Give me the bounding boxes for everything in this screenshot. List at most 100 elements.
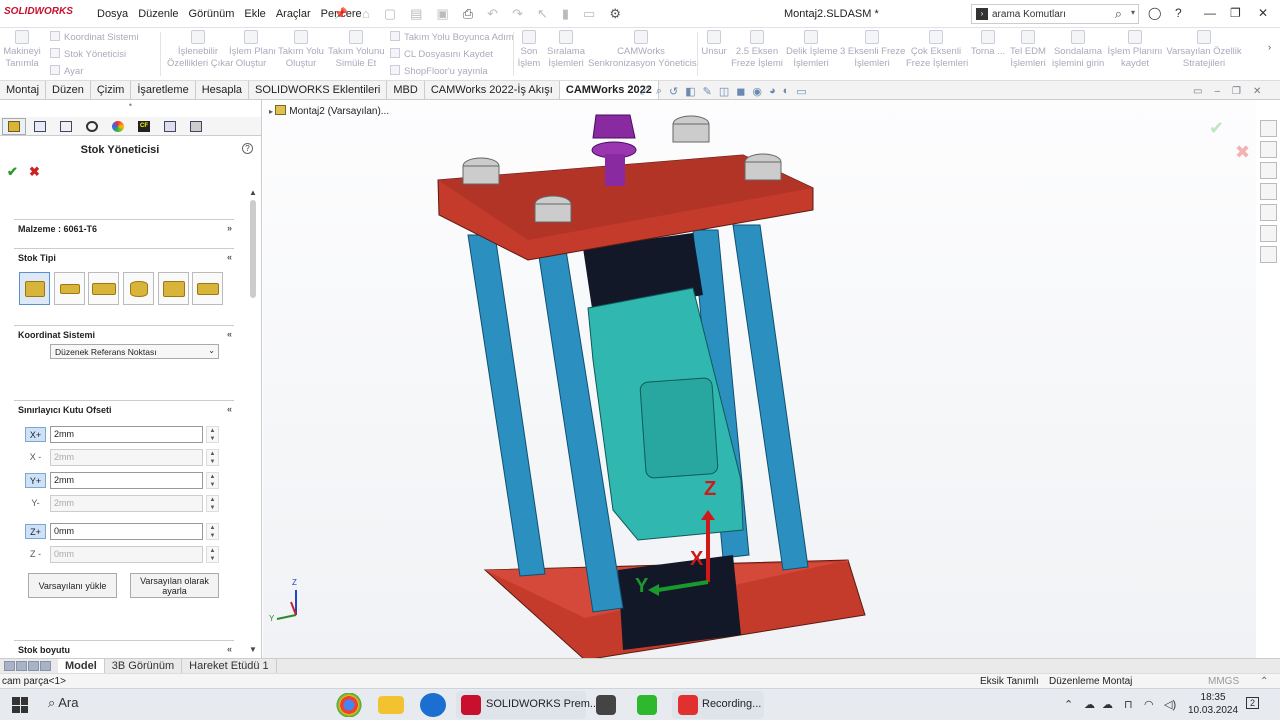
sort-operations-button[interactable]: Sıralama İşlemleri	[546, 30, 586, 70]
menu-file[interactable]: Dosya	[97, 8, 128, 20]
feature-tree-tab[interactable]	[2, 118, 26, 135]
next-tab-icon[interactable]	[28, 661, 39, 671]
panel-grip[interactable]: •	[0, 100, 261, 117]
home-icon[interactable]	[1260, 120, 1277, 137]
z-plus-field[interactable]: 0mm	[50, 523, 203, 540]
menu-edit[interactable]: Düzenle	[138, 8, 178, 20]
options-gear-icon[interactable]: ⚙	[609, 6, 621, 22]
generate-plan-button[interactable]: İşlem Planı Oluştur	[229, 30, 276, 70]
undo-icon[interactable]: ↶	[487, 6, 498, 22]
ribbon-scroll-icon[interactable]: ›	[1268, 42, 1271, 53]
menu-view[interactable]: Görünüm	[189, 8, 235, 20]
resources-icon[interactable]	[1260, 141, 1277, 158]
save-cl-button[interactable]: CL Dosyasını Kaydet	[390, 48, 493, 60]
tab-layout[interactable]: Düzen	[46, 81, 91, 99]
close-icon[interactable]: ✕	[1253, 86, 1261, 97]
section-view-icon[interactable]: ◧	[685, 85, 695, 98]
base-block[interactable]	[618, 555, 741, 650]
coord-system-select[interactable]: Düzenek Referans Noktası ⌄	[50, 344, 219, 359]
multiaxis-button[interactable]: Çok Eksenli Freze İşlemleri	[906, 30, 968, 70]
solidworks-forum-icon[interactable]	[1260, 246, 1277, 263]
pin-icon[interactable]: 📌	[334, 7, 348, 20]
tab-addins[interactable]: SOLIDWORKS Eklentileri	[249, 81, 388, 99]
teamviewer-icon[interactable]	[420, 693, 446, 717]
display-tab[interactable]	[106, 118, 130, 135]
restore-icon[interactable]: ❐	[1232, 86, 1241, 97]
confirm-corner-ok-icon[interactable]: ✔	[1209, 118, 1224, 139]
chevron-down-icon[interactable]: ▾	[1131, 8, 1135, 17]
x-minus-spinner[interactable]: ▲ ▼	[206, 449, 219, 466]
stock-type-section[interactable]: Stok Tipi «	[14, 248, 234, 263]
panel-scrollbar[interactable]: ▲ ▼	[247, 188, 260, 654]
clamp-screw[interactable]	[592, 114, 636, 139]
onedrive-icon[interactable]: ☁	[1102, 698, 1113, 711]
ok-button[interactable]: ✔	[7, 164, 18, 180]
custom-properties-icon[interactable]	[1260, 225, 1277, 242]
chevron-up-icon[interactable]: «	[227, 404, 232, 414]
set-default-button[interactable]: Varsayılan olarak ayarla	[130, 573, 219, 598]
stock-type-stl[interactable]	[192, 272, 223, 305]
stock-manager-button[interactable]: Stok Yöneticisi	[50, 48, 126, 60]
x-plus-spinner[interactable]: ▲ ▼	[206, 426, 219, 443]
mill-25-button[interactable]: 2.5 Eksen Freze İşlemi	[731, 30, 783, 70]
setup-button[interactable]: Ayar	[50, 65, 83, 77]
mill-3axis-button[interactable]: 3 Eksenli Freze İşlemleri	[840, 30, 905, 70]
cam-tool-tab[interactable]	[184, 118, 208, 135]
probing-button[interactable]: Sondalama işlemini girin	[1052, 30, 1104, 70]
status-up-icon[interactable]: ⌃	[1260, 676, 1268, 687]
turning-button[interactable]: Torna ...	[970, 30, 1006, 58]
file-explorer-icon[interactable]	[378, 696, 404, 714]
chevron-up-icon[interactable]: «	[227, 252, 232, 262]
select-icon[interactable]: ↖	[537, 6, 548, 22]
wire-edm-button[interactable]: Tel EDM İşlemleri	[1008, 30, 1048, 70]
help-icon[interactable]: ?	[1175, 6, 1182, 20]
stock-type-part[interactable]	[158, 272, 189, 305]
save-icon[interactable]: ▣	[436, 6, 448, 22]
taskbar-search[interactable]: ⌕ Ara	[48, 695, 78, 711]
post-process-button[interactable]: Son İşlem	[516, 30, 542, 70]
volume-icon[interactable]: ◁)	[1164, 698, 1176, 711]
y-plus-toggle[interactable]: Y+	[25, 473, 46, 488]
command-search[interactable]: › arama Komutları ⌕ ▾	[971, 4, 1139, 24]
x-minus-field[interactable]: 2mm	[50, 449, 203, 466]
chrome-icon[interactable]	[336, 693, 362, 717]
define-machine-button[interactable]: Makineyi Tanımla	[2, 30, 42, 70]
prev-tab-icon[interactable]	[16, 661, 27, 671]
cloud-icon[interactable]: ☁	[1084, 698, 1095, 711]
tab-camworks-workflow[interactable]: CAMWorks 2022-İş Akışı	[424, 81, 560, 99]
z-minus-spinner[interactable]: ▲ ▼	[206, 546, 219, 563]
tab-motion-study[interactable]: Hareket Etüdü 1	[182, 659, 277, 673]
edit-appearance-icon[interactable]: ◕	[769, 85, 776, 98]
material-section[interactable]: Malzeme : 6061-T6 »	[14, 219, 234, 234]
stock-type-plate[interactable]	[54, 272, 85, 305]
view-settings-icon[interactable]: ▭	[796, 85, 806, 98]
z-plus-spinner[interactable]: ▲ ▼	[206, 523, 219, 540]
step-toolpath-button[interactable]: Takım Yolu Boyunca Adım	[390, 31, 514, 43]
sync-manager-button[interactable]: CAMWorks Senkronizasyon Yöneticisi	[588, 30, 699, 70]
feature-button[interactable]: Unsur	[700, 30, 728, 58]
menu-insert[interactable]: Ekle	[244, 8, 265, 20]
chevron-up-icon[interactable]: «	[227, 329, 232, 339]
rod-front-left[interactable]	[467, 234, 546, 577]
default-strategies-button[interactable]: Varsayılan Özellik Stratejileri	[1166, 30, 1242, 70]
user-icon[interactable]: ◯	[1148, 6, 1161, 20]
redo-icon[interactable]: ↷	[512, 6, 523, 22]
tile-icon[interactable]: ▭	[1193, 86, 1202, 97]
appearances-icon[interactable]	[1260, 204, 1277, 221]
minimize-icon[interactable]: –	[1214, 86, 1220, 97]
scroll-thumb[interactable]	[250, 200, 256, 298]
z-minus-field[interactable]: 0mm	[50, 546, 203, 563]
stock-size-section[interactable]: Stok boyutu «	[14, 640, 234, 655]
calculator-icon[interactable]	[596, 695, 616, 715]
new-icon[interactable]: ▢	[384, 6, 396, 22]
search-input[interactable]: arama Komutları	[992, 9, 1066, 20]
extract-features-button[interactable]: İşlenebilir Özellikleri Çıkar	[167, 30, 234, 70]
x-plus-field[interactable]: 2mm	[50, 426, 203, 443]
hide-show-icon[interactable]: ◉	[752, 85, 762, 98]
offset-section[interactable]: Sınırlayıcı Kutu Ofseti «	[14, 400, 234, 415]
last-tab-icon[interactable]	[40, 661, 51, 671]
tab-evaluate[interactable]: Hesapla	[195, 81, 250, 99]
assembly-model[interactable]: Z Y X Z Y	[263, 100, 1256, 658]
y-plus-spinner[interactable]: ▲ ▼	[206, 472, 219, 489]
cancel-button[interactable]: ✖	[29, 164, 40, 180]
